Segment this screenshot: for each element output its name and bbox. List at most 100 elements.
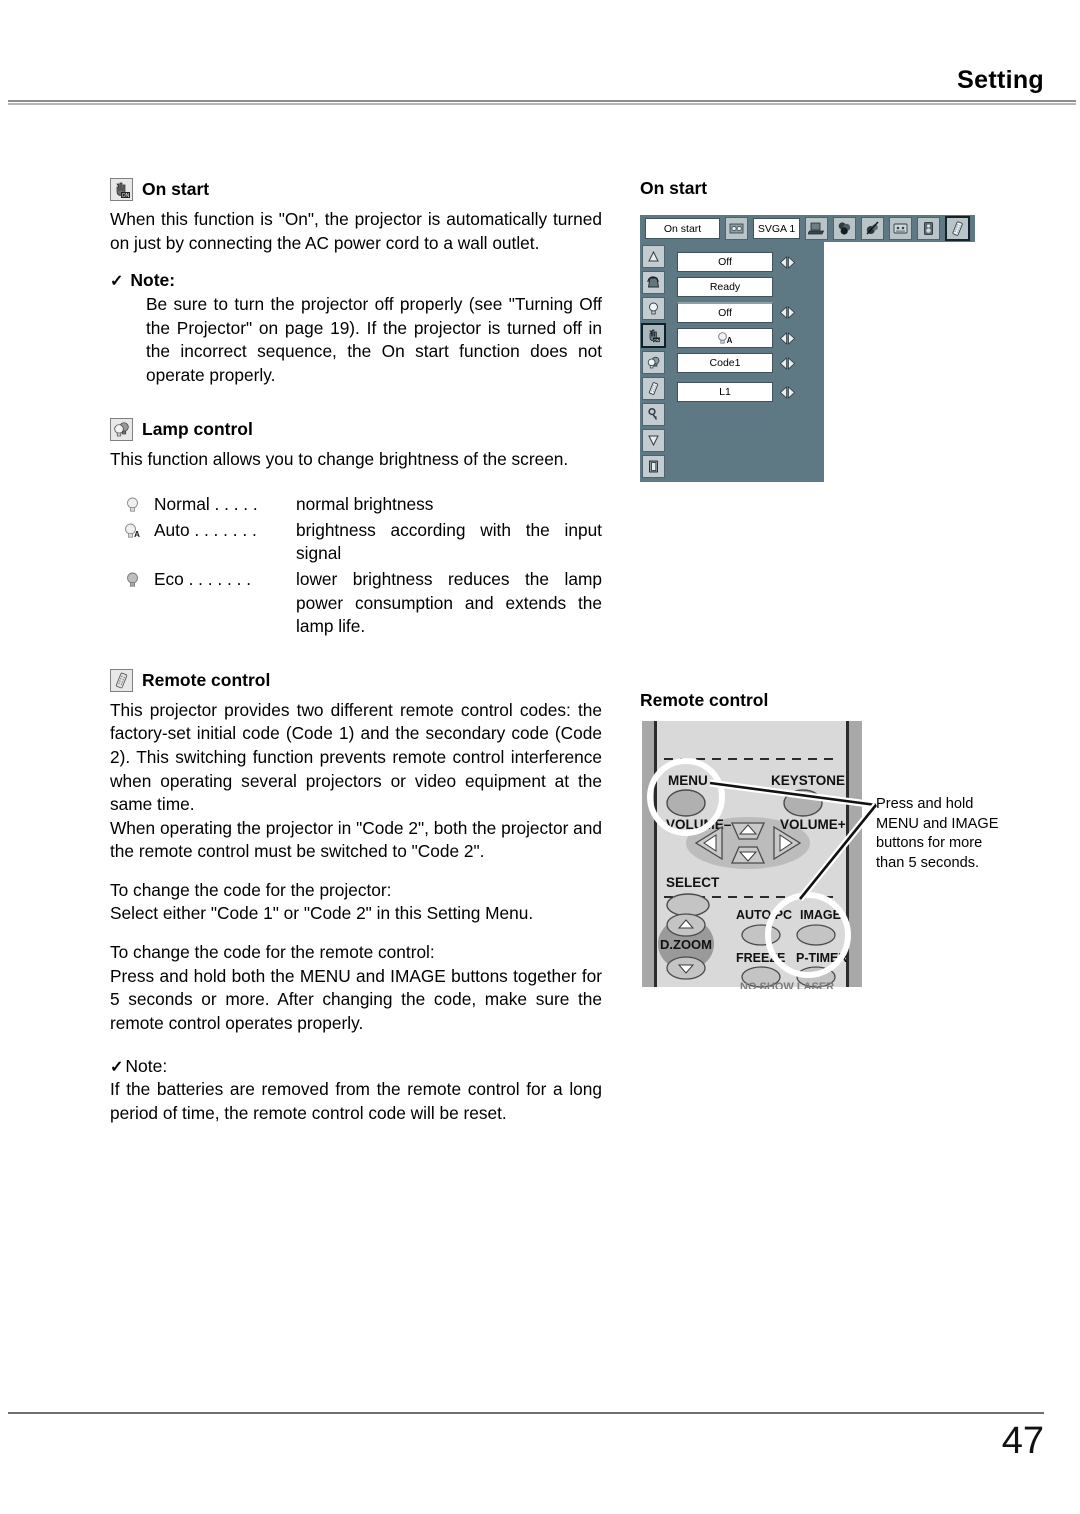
check-icon: ✓	[110, 1059, 124, 1077]
computer-icon[interactable]	[805, 217, 828, 240]
osd-figure-title: On start	[640, 178, 708, 198]
osd-value: Code1	[677, 353, 773, 373]
on-start-note: ✓ Note: Be sure to turn the projector of…	[110, 270, 602, 387]
svg-text:A: A	[134, 530, 140, 539]
remote-diagram-stage: MENU KEYSTONE VOLUME– VOLUME+ SELECT D.Z…	[640, 719, 1040, 993]
lamp-icon[interactable]	[642, 297, 665, 320]
svg-text:VOLUME+: VOLUME+	[780, 817, 846, 832]
right-figure-column: On start On start SVGA 1 ON Off Ready Of…	[640, 178, 1050, 993]
svg-text:MENU: MENU	[668, 773, 708, 788]
remote-control-icon	[110, 668, 133, 692]
lamp-mode-list: Normal . . . . . normal brightness A Aut…	[110, 493, 602, 639]
remote-control-heading: Remote control	[142, 669, 271, 690]
remote-control-note: ✓ Note: If the batteries are removed fro…	[110, 1056, 602, 1125]
lamp-eco-icon	[110, 568, 154, 590]
left-content-column: ON On start When this function is "On", …	[110, 178, 602, 1126]
remote-control-body-1: This projector provides two different re…	[110, 699, 602, 815]
remote-code-heading: To change the code for the remote contro…	[110, 942, 435, 963]
adjust-arrows-icon[interactable]	[779, 255, 796, 269]
lamp-control-body: This function allows you to change brigh…	[110, 448, 569, 469]
section-heading-on-start: ON On start	[110, 178, 602, 201]
svg-text:ON: ON	[122, 193, 130, 199]
setting-gear-icon[interactable]	[725, 217, 749, 240]
svg-text:AUTO PC: AUTO PC	[736, 908, 792, 922]
osd-value-lamp-auto: A	[677, 328, 773, 348]
projector-code-body: Select either "Code 1" or "Code 2" in th…	[110, 903, 534, 924]
projector-code-heading: To change the code for the projector:	[110, 879, 392, 900]
lamp-control-icon[interactable]	[642, 351, 665, 374]
osd-row-on-start[interactable]: Off	[677, 302, 824, 323]
screen-icon[interactable]	[889, 217, 912, 240]
svg-text:NO SHOW LASER: NO SHOW LASER	[740, 981, 834, 989]
sound-icon[interactable]	[917, 217, 940, 240]
remote-figure: Remote control MENU KEYSTONE VOLUME– VOL…	[640, 690, 1050, 993]
note-label: Note:	[125, 1056, 168, 1077]
hand-on-icon: ON	[110, 178, 133, 201]
adjust-arrows-icon[interactable]	[779, 356, 796, 370]
lamp-mode-name: Eco . . . . . . .	[154, 568, 251, 589]
svg-text:KEYSTONE: KEYSTONE	[771, 773, 845, 788]
osd-body: ON Off Ready Off A Code1 L1	[640, 242, 975, 482]
remote-code-body: Press and hold both the MENU and IMAGE b…	[110, 965, 602, 1033]
osd-value: Off	[677, 302, 773, 323]
svg-text:IMAGE: IMAGE	[800, 908, 841, 922]
note-text: If the batteries are removed from the re…	[110, 1079, 602, 1124]
osd-row-logo-select[interactable]: L1	[677, 382, 824, 402]
lamp-control-heading: Lamp control	[142, 418, 253, 439]
osd-value: Ready	[677, 277, 773, 297]
lamp-normal-icon	[110, 493, 154, 515]
adjust-arrows-icon[interactable]	[779, 331, 796, 345]
svg-text:A: A	[727, 336, 733, 345]
keystone-icon[interactable]	[642, 271, 665, 294]
on-start-heading: On start	[142, 179, 210, 199]
page-number: 47	[1001, 1420, 1044, 1462]
remote-setting-icon[interactable]	[945, 216, 970, 241]
remote-icon[interactable]	[642, 377, 665, 400]
osd-row-standby-mode[interactable]: Off	[677, 252, 824, 272]
section-heading-lamp-control: Lamp control	[110, 417, 602, 441]
lamp-auto-icon: A	[110, 519, 154, 541]
header-rule	[8, 100, 1076, 105]
osd-value: L1	[677, 382, 773, 402]
lamp-auto-icon: A	[718, 332, 733, 345]
on-start-body: When this function is "On", the projecto…	[110, 209, 602, 253]
footer-rule	[8, 1412, 1044, 1414]
note-label: Note:	[130, 270, 176, 291]
lamp-mode-desc: brightness according with the input sign…	[296, 519, 602, 564]
osd-input-source: SVGA 1	[753, 218, 800, 239]
page-title: Setting	[957, 66, 1044, 94]
osd-row-remote-control-code[interactable]: Code1	[677, 353, 824, 373]
adjust-arrows-icon[interactable]	[779, 306, 796, 319]
osd-sidebar: ON	[640, 242, 667, 482]
remote-callout-text: Press and hold MENU and IMAGE buttons fo…	[876, 796, 999, 871]
svg-text:ON: ON	[654, 337, 660, 342]
color-icon[interactable]	[833, 217, 856, 240]
scroll-up-icon[interactable]	[642, 245, 665, 268]
osd-row-power-management[interactable]: Ready	[677, 277, 824, 297]
lamp-mode-desc: normal brightness	[296, 494, 434, 515]
security-key-icon[interactable]	[642, 403, 665, 426]
svg-text:D.ZOOM: D.ZOOM	[660, 937, 712, 952]
section-heading-remote-control: Remote control	[110, 668, 602, 692]
lamp-mode-normal: Normal . . . . . normal brightness	[110, 493, 602, 517]
lamp-mode-auto: A Auto . . . . . . . brightness accordin…	[110, 519, 602, 566]
osd-options-panel: Off Ready Off A Code1 L1	[667, 242, 824, 482]
adjust-arrows-icon[interactable]	[779, 385, 796, 399]
osd-value: Off	[677, 252, 773, 272]
osd-row-lamp-control[interactable]: A	[677, 328, 824, 348]
image-adjust-icon[interactable]	[861, 217, 884, 240]
lamp-mode-desc: lower brightness reduces the lamp power …	[296, 568, 602, 637]
manual-page: Setting ON On start When this function i…	[0, 0, 1080, 1514]
osd-menu-name: On start	[645, 218, 721, 239]
note-text: Be sure to turn the projector off proper…	[146, 294, 602, 385]
scroll-down-icon[interactable]	[642, 429, 665, 452]
lamp-mode-name: Auto . . . . . . .	[154, 519, 257, 540]
lamp-mode-name: Normal . . . . .	[154, 494, 258, 515]
lamp-control-icon	[110, 417, 133, 441]
remote-control-body-2: When operating the projector in "Code 2"…	[110, 817, 602, 862]
remote-figure-title: Remote control	[640, 690, 769, 710]
on-start-icon[interactable]: ON	[641, 323, 666, 348]
osd-top-bar: On start SVGA 1	[640, 215, 975, 242]
exit-icon[interactable]	[642, 455, 665, 478]
check-icon: ✓	[110, 273, 124, 291]
